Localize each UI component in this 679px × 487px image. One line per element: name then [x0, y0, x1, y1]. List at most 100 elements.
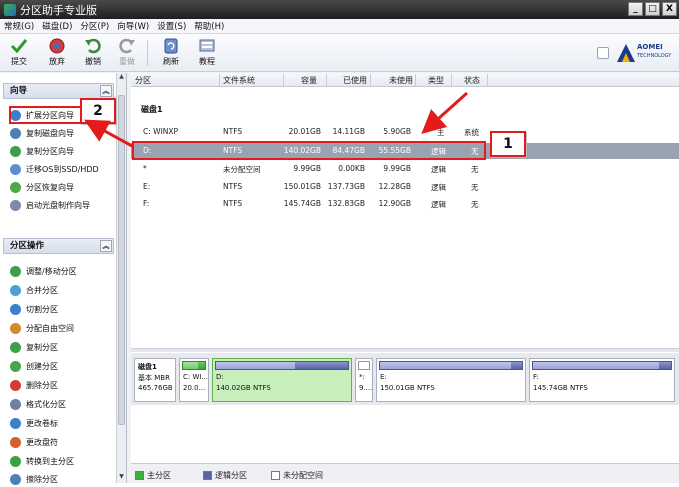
- close-button[interactable]: X: [662, 2, 677, 16]
- sidebar-item-migrate-os[interactable]: 迁移OS到SSD/HDD: [10, 161, 99, 177]
- checkbox-icon[interactable]: [597, 47, 609, 59]
- window-controls: _ □ X: [628, 2, 677, 16]
- partition-name: C: WI...: [183, 373, 209, 381]
- cell-fs: NTFS: [223, 127, 243, 136]
- partition-name: *:: [359, 373, 365, 381]
- cell-free: 12.28GB: [378, 182, 411, 191]
- redo-button[interactable]: 重做: [112, 37, 142, 69]
- disk-map: 磁盘1 基本 MBR 465.76GB C: WI... 20.0... D: …: [131, 353, 679, 405]
- table-row[interactable]: C: WINXP NTFS 20.01GB 14.11GB 5.90GB 主 系…: [131, 124, 679, 140]
- wizard-panel-header[interactable]: 向导 ︽: [3, 83, 114, 99]
- cell-status: 系统: [464, 128, 479, 137]
- window-title: 分区助手专业版: [20, 3, 97, 17]
- cell-partition: F:: [143, 199, 150, 208]
- col-capacity[interactable]: 容量: [301, 75, 317, 86]
- sidebar-item-change-label[interactable]: 更改卷标: [10, 415, 58, 431]
- toolbar-separator: [147, 40, 148, 66]
- recovery-icon: [10, 181, 21, 193]
- highlight-box-row: [132, 141, 486, 160]
- legend-unallocated: 未分配空间: [271, 470, 323, 481]
- partition-block[interactable]: E: 150.01GB NTFS: [376, 358, 526, 402]
- menu-help[interactable]: 帮助(H): [194, 20, 224, 32]
- scroll-up-icon[interactable]: ▲: [117, 73, 126, 83]
- collapse-icon[interactable]: ︽: [100, 85, 112, 97]
- cell-used: 137.73GB: [327, 182, 365, 191]
- column-divider: [415, 74, 416, 86]
- menu-wizard[interactable]: 向导(W): [117, 20, 149, 32]
- cell-free: 5.90GB: [383, 127, 411, 136]
- sidebar-scrollbar[interactable]: ▲ ▼: [116, 73, 126, 483]
- col-partition[interactable]: 分区: [135, 75, 151, 86]
- partition-block[interactable]: *: 9....: [355, 358, 373, 402]
- operations-panel-header[interactable]: 分区操作 ︽: [3, 238, 114, 254]
- partition-name: F:: [533, 373, 539, 381]
- sidebar-item-convert-to-primary[interactable]: 转换到主分区: [10, 453, 74, 469]
- col-used[interactable]: 已使用: [343, 75, 367, 86]
- partition-block[interactable]: C: WI... 20.0...: [179, 358, 209, 402]
- sidebar-item-wipe-partition[interactable]: 擦除分区: [10, 471, 58, 487]
- sidebar-item-copy-partition-wizard[interactable]: 复制分区向导: [10, 143, 74, 159]
- drive-letter-icon: [10, 436, 21, 448]
- partition-block-selected[interactable]: D: 140.02GB NTFS: [212, 358, 352, 402]
- pane-splitter[interactable]: [131, 348, 679, 352]
- cell-capacity: 9.99GB: [293, 164, 321, 173]
- disk-info-block[interactable]: 磁盘1 基本 MBR 465.76GB: [134, 358, 176, 402]
- cell-capacity: 150.01GB: [283, 182, 321, 191]
- cell-type: 主: [437, 128, 445, 137]
- col-filesystem[interactable]: 文件系统: [223, 75, 255, 86]
- sidebar-item-delete-partition[interactable]: 删除分区: [10, 377, 58, 393]
- sidebar-item-bootable-media[interactable]: 启动光盘制作向导: [10, 197, 90, 213]
- undo-button[interactable]: 撤销: [78, 37, 108, 69]
- undo-icon: [85, 38, 101, 54]
- check-icon: [10, 39, 28, 54]
- col-status[interactable]: 状态: [464, 75, 480, 86]
- partition-block[interactable]: F: 145.74GB NTFS: [529, 358, 675, 402]
- menu-partition[interactable]: 分区(P): [80, 20, 109, 32]
- discard-button[interactable]: 放弃: [42, 37, 72, 69]
- sidebar-item-allocate-free-space[interactable]: 分配自由空间: [10, 320, 74, 336]
- sidebar-item-merge[interactable]: 合并分区: [10, 282, 58, 298]
- menu-general[interactable]: 常规(G): [4, 20, 34, 32]
- table-row[interactable]: * 未分配空间 9.99GB 0.00KB 9.99GB 逻辑 无: [131, 161, 679, 177]
- menu-disk[interactable]: 磁盘(D): [42, 20, 72, 32]
- column-divider: [326, 74, 327, 86]
- cell-status: 无: [471, 165, 479, 174]
- maximize-button[interactable]: □: [645, 2, 660, 16]
- commit-button[interactable]: 提交: [4, 37, 34, 69]
- table-row[interactable]: E: NTFS 150.01GB 137.73GB 12.28GB 逻辑 无: [131, 179, 679, 195]
- legend-label: 逻辑分区: [215, 471, 247, 480]
- cell-free: 12.90GB: [378, 199, 411, 208]
- cell-free: 9.99GB: [383, 164, 411, 173]
- sidebar-item-split[interactable]: 切割分区: [10, 301, 58, 317]
- sidebar-item-resize-move[interactable]: 调整/移动分区: [10, 263, 77, 279]
- partition-detail: 145.74GB NTFS: [533, 384, 588, 392]
- disk-type: 基本 MBR: [138, 374, 170, 382]
- scrollbar-thumb[interactable]: [118, 95, 125, 425]
- sidebar-item-copy-partition[interactable]: 复制分区: [10, 339, 58, 355]
- sidebar-item-copy-disk-wizard[interactable]: 复制磁盘向导: [10, 125, 74, 141]
- minimize-button[interactable]: _: [628, 2, 643, 16]
- redo-icon: [119, 38, 135, 54]
- title-bar: 分区助手专业版 _ □ X: [0, 0, 679, 19]
- table-row[interactable]: F: NTFS 145.74GB 132.83GB 12.90GB 逻辑 无: [131, 196, 679, 212]
- sidebar-item-create-partition[interactable]: 创建分区: [10, 358, 58, 374]
- refresh-button[interactable]: 刷新: [156, 37, 186, 69]
- menu-settings[interactable]: 设置(S): [157, 20, 186, 32]
- sidebar-item-change-drive-letter[interactable]: 更改盘符: [10, 434, 58, 450]
- cell-type: 逻辑: [431, 200, 446, 209]
- cell-capacity: 20.01GB: [288, 127, 321, 136]
- aomei-logo-icon: [617, 44, 635, 62]
- sidebar-item-format-partition[interactable]: 格式化分区: [10, 396, 66, 412]
- partition-detail: 150.01GB NTFS: [380, 384, 435, 392]
- label-icon: [10, 417, 21, 429]
- sidebar-item-partition-recovery[interactable]: 分区恢复向导: [10, 179, 74, 195]
- col-free[interactable]: 未使用: [389, 75, 413, 86]
- col-type[interactable]: 类型: [428, 75, 444, 86]
- scroll-down-icon[interactable]: ▼: [117, 473, 126, 483]
- table-header: 分区 文件系统 容量 已使用 未使用 类型 状态: [131, 73, 679, 87]
- toolbar: 提交 放弃 撤销 重做 刷新 教程 AOMEI TECHNOLOGY: [0, 34, 679, 72]
- partition-detail: 9....: [359, 384, 373, 392]
- tutorial-button[interactable]: 教程: [192, 37, 222, 69]
- cell-type: 逻辑: [431, 165, 446, 174]
- collapse-icon[interactable]: ︽: [100, 240, 112, 252]
